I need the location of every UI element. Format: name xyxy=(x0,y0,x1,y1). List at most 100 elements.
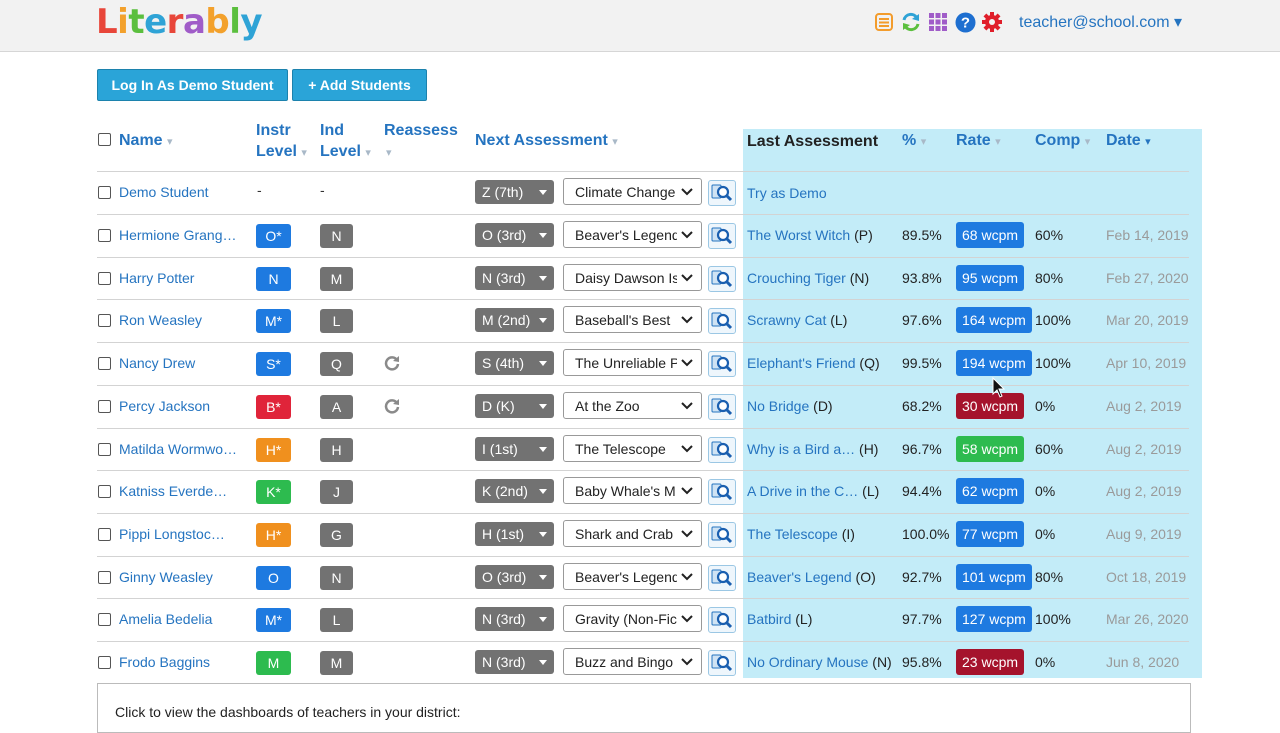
add-students-button[interactable]: + Add Students xyxy=(292,69,427,101)
row-checkbox[interactable] xyxy=(98,485,111,499)
student-name-link[interactable]: Frodo Baggins xyxy=(119,654,210,670)
next-level-select[interactable]: Z (7th) xyxy=(475,180,554,204)
column-header-instr-level[interactable]: Instr Level ▾ xyxy=(256,120,307,164)
rate-badge[interactable]: 194 wcpm xyxy=(956,350,1032,377)
last-assessment-link[interactable]: Batbird xyxy=(747,611,791,627)
next-book-select[interactable]: Baseball's Best xyxy=(563,306,702,334)
next-book-select[interactable]: Beaver's Legend xyxy=(563,562,702,590)
last-assessment-link[interactable]: Elephant's Friend xyxy=(747,355,856,371)
preview-book-button[interactable] xyxy=(708,393,736,420)
column-header-date[interactable]: Date ▾ xyxy=(1106,130,1151,153)
column-header-name[interactable]: Name ▾ xyxy=(119,130,173,153)
last-assessment-link[interactable]: A Drive in the C… xyxy=(747,483,858,499)
list-icon[interactable] xyxy=(873,11,895,33)
row-checkbox[interactable] xyxy=(98,186,111,199)
rate-badge[interactable]: 58 wcpm xyxy=(956,435,1025,462)
next-book-select[interactable]: Baby Whale's M xyxy=(563,477,702,505)
student-name-link[interactable]: Ginny Weasley xyxy=(119,569,213,585)
instr-level-badge[interactable]: O xyxy=(256,565,291,590)
preview-book-button[interactable] xyxy=(708,650,736,676)
student-name-link[interactable]: Harry Potter xyxy=(119,270,194,286)
preview-book-button[interactable] xyxy=(708,308,736,335)
ind-level-badge[interactable]: M xyxy=(320,266,353,291)
instr-level-badge[interactable]: O* xyxy=(256,224,291,248)
next-level-select[interactable]: D (K) xyxy=(475,393,554,418)
try-demo-link[interactable]: Try as Demo xyxy=(747,185,827,201)
instr-level-badge[interactable]: M xyxy=(256,651,291,675)
ind-level-badge[interactable]: L xyxy=(320,608,353,633)
rate-badge[interactable]: 30 wcpm xyxy=(956,392,1025,419)
student-name-link[interactable]: Amelia Bedelia xyxy=(119,611,212,627)
ind-level-badge[interactable]: M xyxy=(320,651,353,675)
instr-level-badge[interactable]: M* xyxy=(256,309,291,334)
student-name-link[interactable]: Nancy Drew xyxy=(119,355,195,371)
student-name-link[interactable]: Pippi Longstoc… xyxy=(119,526,225,542)
select-all-checkbox[interactable] xyxy=(98,133,111,146)
rate-badge[interactable]: 164 wcpm xyxy=(956,307,1032,334)
next-book-select[interactable]: Climate Change xyxy=(563,178,702,205)
rate-badge[interactable]: 95 wcpm xyxy=(956,264,1025,291)
preview-book-button[interactable] xyxy=(708,265,736,292)
ind-level-badge[interactable]: N xyxy=(320,565,353,590)
student-name-link[interactable]: Ron Weasley xyxy=(119,312,202,328)
instr-level-badge[interactable]: N xyxy=(256,266,291,291)
preview-book-button[interactable] xyxy=(708,436,736,463)
student-name-link[interactable]: Demo Student xyxy=(119,184,209,200)
rate-badge[interactable]: 23 wcpm xyxy=(956,649,1025,675)
preview-book-button[interactable] xyxy=(708,564,736,591)
next-book-select[interactable]: The Telescope xyxy=(563,434,702,462)
instr-level-badge[interactable]: B* xyxy=(256,394,291,419)
last-assessment-link[interactable]: The Worst Witch xyxy=(747,227,850,243)
preview-book-button[interactable] xyxy=(708,521,736,548)
student-name-link[interactable]: Percy Jackson xyxy=(119,398,210,414)
ind-level-badge[interactable]: Q xyxy=(320,352,353,377)
column-header-comp[interactable]: Comp ▾ xyxy=(1035,130,1090,153)
rate-badge[interactable]: 127 wcpm xyxy=(956,606,1032,633)
next-level-select[interactable]: O (3rd) xyxy=(475,223,554,247)
row-checkbox[interactable] xyxy=(98,399,111,413)
row-checkbox[interactable] xyxy=(98,442,111,456)
ind-level-badge[interactable]: H xyxy=(320,437,353,462)
instr-level-badge[interactable]: K* xyxy=(256,480,291,505)
rate-badge[interactable]: 62 wcpm xyxy=(956,478,1025,505)
row-checkbox[interactable] xyxy=(98,314,111,328)
row-checkbox[interactable] xyxy=(98,357,111,371)
ind-level-badge[interactable]: J xyxy=(320,480,353,505)
next-level-select[interactable]: S (4th) xyxy=(475,351,554,376)
instr-level-badge[interactable]: M* xyxy=(256,608,291,633)
next-level-select[interactable]: I (1st) xyxy=(475,436,554,461)
last-assessment-link[interactable]: Crouching Tiger xyxy=(747,270,846,286)
account-menu[interactable]: teacher@school.com ▾ xyxy=(1019,12,1182,32)
student-name-link[interactable]: Matilda Wormwo… xyxy=(119,441,237,457)
instr-level-badge[interactable]: H* xyxy=(256,522,291,547)
student-name-link[interactable]: Hermione Grang… xyxy=(119,227,237,243)
ind-level-badge[interactable]: G xyxy=(320,522,353,547)
row-checkbox[interactable] xyxy=(98,271,111,285)
next-book-select[interactable]: Buzz and Bingo i xyxy=(563,648,702,675)
next-book-select[interactable]: Beaver's Legend xyxy=(563,221,702,248)
row-checkbox[interactable] xyxy=(98,570,111,584)
next-level-select[interactable]: H (1st) xyxy=(475,521,554,546)
next-level-select[interactable]: N (3rd) xyxy=(475,650,554,674)
last-assessment-link[interactable]: Beaver's Legend xyxy=(747,569,852,585)
row-checkbox[interactable] xyxy=(98,229,111,242)
literably-logo[interactable]: Literably xyxy=(96,2,263,42)
last-assessment-link[interactable]: Why is a Bird a… xyxy=(747,441,855,457)
rate-badge[interactable]: 101 wcpm xyxy=(956,563,1032,590)
preview-book-button[interactable] xyxy=(708,223,736,249)
row-checkbox[interactable] xyxy=(98,613,111,627)
ind-level-badge[interactable]: A xyxy=(320,394,353,419)
grid-icon[interactable] xyxy=(927,11,949,33)
rate-badge[interactable]: 77 wcpm xyxy=(956,520,1025,547)
reassess-icon[interactable] xyxy=(383,354,401,372)
next-book-select[interactable]: Shark and Crab xyxy=(563,519,702,547)
next-book-select[interactable]: At the Zoo xyxy=(563,391,702,419)
student-name-link[interactable]: Katniss Everde… xyxy=(119,483,227,499)
next-level-select[interactable]: M (2nd) xyxy=(475,308,554,333)
settings-icon[interactable] xyxy=(981,11,1003,33)
last-assessment-link[interactable]: No Ordinary Mouse xyxy=(747,654,868,670)
row-checkbox[interactable] xyxy=(98,527,111,541)
preview-book-button[interactable] xyxy=(708,180,736,206)
last-assessment-link[interactable]: No Bridge xyxy=(747,398,809,414)
demo-student-login-button[interactable]: Log In As Demo Student xyxy=(97,69,288,101)
